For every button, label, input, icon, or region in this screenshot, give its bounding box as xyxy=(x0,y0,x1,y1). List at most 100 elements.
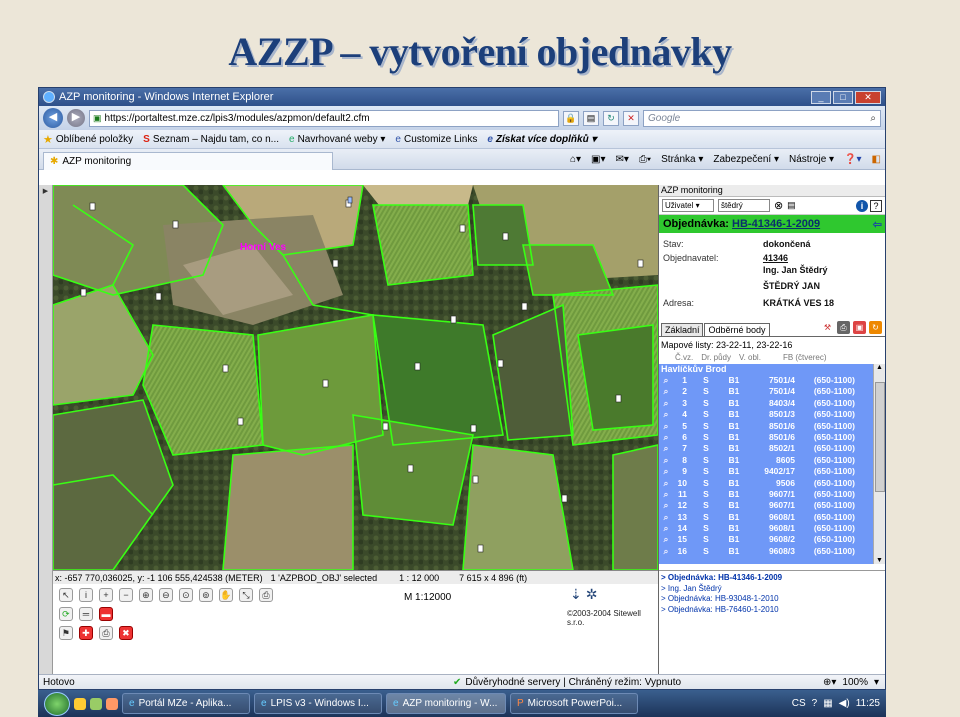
user-name-field[interactable]: štědrý xyxy=(717,199,770,212)
volume-icon[interactable]: ◀) xyxy=(839,698,850,709)
search-icon[interactable]: ⌕ xyxy=(870,111,880,126)
move-point-icon[interactable]: ✚ xyxy=(78,626,93,640)
zoom-to-point-icon[interactable]: ⌕ xyxy=(659,466,673,477)
pdf-icon[interactable]: ▣ xyxy=(853,321,866,334)
zoom-to-point-icon[interactable]: ⌕ xyxy=(659,489,673,500)
zoom-dropdown-icon[interactable]: ▾ xyxy=(874,677,879,688)
list-scrollbar[interactable]: ▲ ▼ xyxy=(872,364,885,564)
print-map-icon[interactable]: ⎙ xyxy=(258,588,273,602)
refresh-icon[interactable]: ↻ xyxy=(603,110,619,126)
layer-toggle[interactable]: ▶ xyxy=(39,185,53,674)
customer-id[interactable]: 41346 xyxy=(763,253,788,263)
sample-row[interactable]: ⌕ 11 S B1 9607/1 (650-1100) xyxy=(659,489,873,500)
back-arrow-icon[interactable]: ⇦ xyxy=(873,218,885,231)
tool-icon[interactable]: ⚒ xyxy=(821,321,834,334)
user-type-select[interactable]: Uživatel ▾ xyxy=(661,199,714,212)
zoom-out-icon[interactable]: − xyxy=(118,588,133,602)
export-icon[interactable]: ↻ xyxy=(869,321,882,334)
fav-seznam[interactable]: S Seznam – Najdu tam, co n... xyxy=(143,134,279,145)
sample-row[interactable]: ⌕ 12 S B1 9607/1 (650-1100) xyxy=(659,500,873,511)
add-point-icon[interactable]: ⚑ xyxy=(58,626,73,640)
sample-row[interactable]: ⌕ 14 S B1 9608/1 (650-1100) xyxy=(659,523,873,534)
binoculars-icon[interactable]: ⊗ xyxy=(774,199,783,212)
zone-info[interactable]: Důvěryhodné servery | Chráněný režim: Vy… xyxy=(465,677,681,688)
identify-tool-icon[interactable]: i xyxy=(78,588,93,602)
zoom-to-point-icon[interactable]: ⌕ xyxy=(659,500,673,511)
scroll-up-icon[interactable]: ▲ xyxy=(876,364,883,371)
sample-row[interactable]: ⌕ 3 S B1 8403/4 (650-1100) xyxy=(659,398,873,409)
remove-icon[interactable]: ▬ xyxy=(98,607,113,621)
zoom-icon[interactable]: ⊕▾ xyxy=(823,677,836,688)
page-menu[interactable]: Stránka ▾ xyxy=(661,154,703,165)
scroll-down-icon[interactable]: ▼ xyxy=(876,557,883,564)
zoom-to-point-icon[interactable]: ⌕ xyxy=(659,546,673,557)
compat-icon[interactable]: ▤ xyxy=(583,110,599,126)
back-button[interactable]: ◀ xyxy=(43,108,63,128)
favorites-button[interactable]: ★ Oblíbené položky xyxy=(43,133,133,146)
history-link[interactable]: > Objednávka: HB-41346-1-2009 xyxy=(661,573,885,584)
home-icon[interactable]: ⌂▾ xyxy=(570,154,581,165)
close-button[interactable]: ✕ xyxy=(855,90,881,104)
maximize-button[interactable]: □ xyxy=(833,90,853,104)
task-portal[interactable]: e Portál MZe - Aplika... xyxy=(122,693,250,714)
help-panel-icon[interactable]: ? xyxy=(870,199,882,212)
zoom-to-point-icon[interactable]: ⌕ xyxy=(659,421,673,432)
map-view[interactable]: Horní Ves xyxy=(52,185,658,570)
forward-button[interactable]: ▶ xyxy=(67,109,85,127)
quicklaunch-icon[interactable] xyxy=(90,697,102,710)
start-button[interactable] xyxy=(44,691,70,716)
history-link[interactable]: > Ing. Jan Štědrý xyxy=(661,584,885,595)
url-field[interactable]: ▣ https://portaltest.mze.cz/lpis3/module… xyxy=(89,109,559,127)
sample-row[interactable]: ⌕ 16 S B1 9608/3 (650-1100) xyxy=(659,546,873,557)
zoom-box-icon[interactable]: ⊕ xyxy=(138,588,153,602)
lock-icon[interactable]: 🔒 xyxy=(563,110,579,126)
order-number[interactable]: HB-41346-1-2009 xyxy=(732,218,820,230)
info-icon[interactable]: i xyxy=(856,199,868,212)
zoom-extent-icon[interactable]: ⊖ xyxy=(158,588,173,602)
fav-custom-links[interactable]: e Customize Links xyxy=(395,134,477,145)
sample-row[interactable]: ⌕ 8 S B1 8605 (650-1100) xyxy=(659,455,873,466)
clock[interactable]: 11:25 xyxy=(856,698,880,709)
print-icon[interactable]: ⎙▾ xyxy=(639,154,651,165)
zoom-to-point-icon[interactable]: ⌕ xyxy=(659,523,673,534)
select-tool-icon[interactable]: ↖ xyxy=(58,588,73,602)
stop-icon[interactable]: ✕ xyxy=(623,110,639,126)
printer-icon[interactable]: ⎙ xyxy=(98,626,113,640)
quicklaunch-icon[interactable] xyxy=(106,697,118,710)
scroll-thumb[interactable] xyxy=(874,382,885,492)
sample-row[interactable]: ⌕ 6 S B1 8501/6 (650-1100) xyxy=(659,432,873,443)
sample-row[interactable]: ⌕ 9 S B1 9402/17 (650-1100) xyxy=(659,466,873,477)
fav-suggested[interactable]: e Navrhované weby ▾ xyxy=(289,134,385,145)
history-link[interactable]: > Objednávka: HB-76460-1-2010 xyxy=(661,605,885,616)
document-icon[interactable]: ▤ xyxy=(787,200,796,211)
task-lpis[interactable]: e LPIS v3 - Windows I... xyxy=(254,693,382,714)
delete-point-icon[interactable]: ✖ xyxy=(118,626,133,640)
zoom-prev-icon[interactable]: ⊙ xyxy=(178,588,193,602)
zoom-next-icon[interactable]: ⊚ xyxy=(198,588,213,602)
distance-icon[interactable]: ═ xyxy=(78,607,93,621)
history-link[interactable]: > Objednávka: HB-93048-1-2010 xyxy=(661,594,885,605)
zoom-to-point-icon[interactable]: ⌕ xyxy=(659,512,673,523)
sample-row[interactable]: ⌕ 1 S B1 7501/4 (650-1100) xyxy=(659,375,873,386)
zoom-to-point-icon[interactable]: ⌕ xyxy=(659,409,673,420)
tab-basic[interactable]: Základní xyxy=(660,323,704,336)
window-titlebar[interactable]: AZP monitoring - Windows Internet Explor… xyxy=(39,88,885,106)
minimize-button[interactable]: _ xyxy=(811,90,831,104)
sample-row[interactable]: ⌕ 5 S B1 8501/6 (650-1100) xyxy=(659,421,873,432)
zoom-to-point-icon[interactable]: ⌕ xyxy=(659,375,673,386)
help-tray-icon[interactable]: ? xyxy=(812,698,818,709)
zoom-to-point-icon[interactable]: ⌕ xyxy=(659,398,673,409)
measure-icon[interactable]: ⤡ xyxy=(238,588,253,602)
fav-addons[interactable]: e Získat více doplňků ▾ xyxy=(487,134,596,145)
quicklaunch-icon[interactable] xyxy=(74,697,86,710)
network-icon[interactable]: ▦ xyxy=(823,698,832,709)
sample-row[interactable]: ⌕ 2 S B1 7501/4 (650-1100) xyxy=(659,386,873,397)
tab-sample-points[interactable]: Odběrné body xyxy=(704,323,770,336)
safety-menu[interactable]: Zabezpečení ▾ xyxy=(713,154,779,165)
sample-row[interactable]: ⌕ 15 S B1 9608/2 (650-1100) xyxy=(659,534,873,545)
print-list-icon[interactable]: ⎙ xyxy=(837,321,850,334)
zoom-to-point-icon[interactable]: ⌕ xyxy=(659,443,673,454)
feeds-icon[interactable]: ▣▾ xyxy=(591,154,605,165)
zoom-to-point-icon[interactable]: ⌕ xyxy=(659,534,673,545)
task-azp[interactable]: e AZP monitoring - W... xyxy=(386,693,506,714)
